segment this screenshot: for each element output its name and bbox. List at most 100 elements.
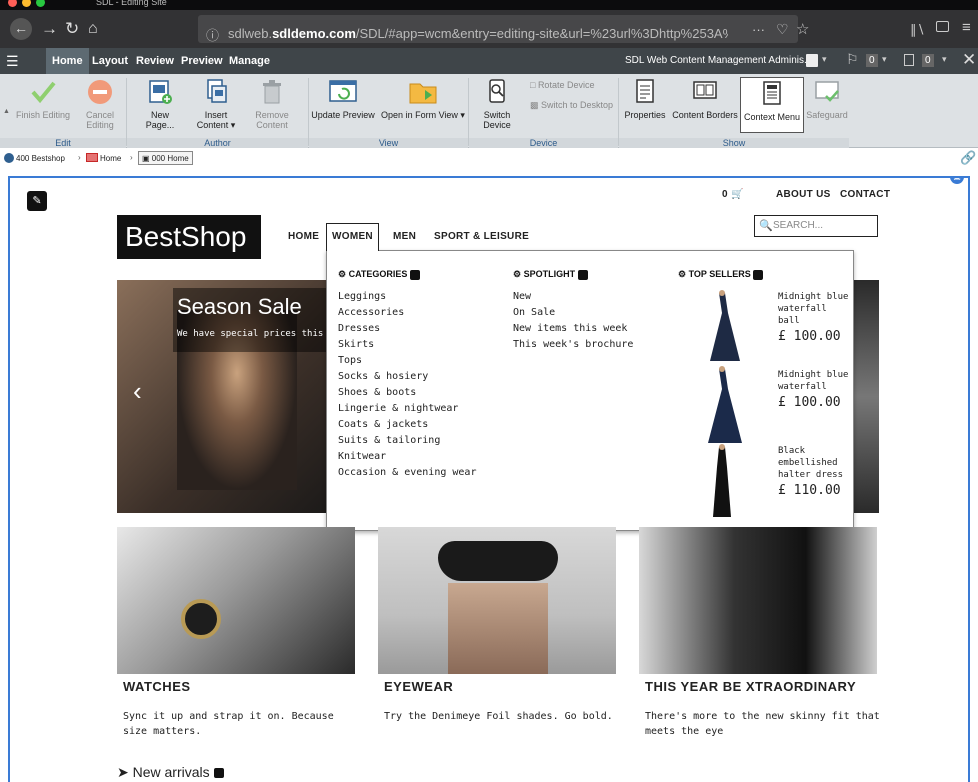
xtraordinary-title[interactable]: THIS YEAR BE XTRAORDINARY (645, 679, 856, 694)
back-icon[interactable]: ← (10, 18, 32, 40)
site-logo[interactable]: BestShop (117, 215, 261, 259)
reload-icon[interactable]: ↻ (65, 19, 79, 39)
finish-editing-button[interactable]: Finish Editing (12, 78, 74, 120)
category-link[interactable]: Dresses (338, 321, 476, 337)
rotate-device-label: Rotate Device (537, 80, 595, 90)
spotlight-list: New On Sale New items this week This week's… (513, 289, 633, 353)
forward-icon[interactable]: → (41, 19, 58, 39)
url-text[interactable]: sdlweb.sdldemo.com/SDL/#app=wcm&entry=ed… (228, 26, 728, 41)
edit-pencil-icon[interactable]: ✎ (27, 191, 47, 211)
page-actions-icon[interactable]: ··· (752, 22, 765, 37)
rotate-device-button[interactable]: □ Rotate Device (530, 80, 594, 90)
sidebar-icon[interactable] (936, 21, 949, 32)
device-icon (489, 79, 505, 103)
maximize-window-icon[interactable] (36, 0, 45, 7)
breadcrumb-item-home[interactable]: Home (100, 154, 121, 163)
category-link[interactable]: Tops (338, 353, 476, 369)
link-icon[interactable]: 🔗 (960, 150, 976, 166)
xtraordinary-image[interactable] (639, 527, 877, 674)
hamburger-menu-icon[interactable]: ≡ (962, 19, 971, 36)
breadcrumb-item-publication[interactable]: 400 Bestshop (16, 154, 65, 163)
edit-icon[interactable] (409, 269, 420, 280)
category-link[interactable]: Knitwear (338, 449, 476, 465)
cancel-editing-button[interactable]: Cancel Editing (80, 78, 120, 130)
open-form-view-button[interactable]: Open in Form View ▾ (380, 78, 466, 120)
edit-icon[interactable] (213, 768, 224, 779)
user-menu[interactable]: SDL Web Content Management Adminis... (619, 48, 818, 74)
library-icon[interactable]: ∥∖ (910, 22, 925, 38)
cart-link[interactable]: 0 🛒 (722, 189, 744, 200)
publish-count[interactable]: 0 (922, 54, 934, 67)
info-icon[interactable]: ⓘ (206, 25, 219, 44)
pocket-icon[interactable]: ♡ (776, 21, 789, 38)
region-marker-icon[interactable]: ▣ (950, 178, 964, 184)
nav-men[interactable]: MEN (393, 231, 416, 242)
contact-link[interactable]: CONTACT (840, 189, 890, 200)
new-page-button[interactable]: New Page... (140, 78, 180, 130)
tab-preview[interactable]: Preview (175, 48, 229, 74)
publish-queue-icon[interactable] (904, 54, 914, 66)
spotlight-link[interactable]: New (513, 289, 633, 305)
flag-icon[interactable]: ⚐ (846, 51, 859, 68)
top-seller-1[interactable]: Midnight blue waterfall ball £ 100.00 (778, 291, 850, 344)
collapse-ribbon-icon[interactable]: ▲ (3, 108, 10, 115)
new-arrivals-heading[interactable]: ➤ New arrivals (117, 764, 224, 781)
category-link[interactable]: Skirts (338, 337, 476, 353)
tab-layout[interactable]: Layout (86, 48, 134, 74)
spotlight-link[interactable]: New items this week (513, 321, 633, 337)
edit-icon[interactable] (577, 269, 588, 280)
category-link[interactable]: Suits & tailoring (338, 433, 476, 449)
category-link[interactable]: Socks & hosiery (338, 369, 476, 385)
carousel-prev-icon[interactable]: ‹ (133, 376, 142, 407)
browser-tab-title[interactable]: SDL - Editing Site (96, 0, 276, 9)
bookmark-star-icon[interactable]: ☆ (796, 20, 809, 38)
browser-nav-bar: ← → ↻ ⌂ ⓘ sdlweb.sdldemo.com/SDL/#app=wc… (0, 10, 978, 48)
switch-device-button[interactable]: Switch Device (470, 78, 524, 130)
eyewear-title[interactable]: EYEWEAR (384, 679, 453, 694)
update-preview-button[interactable]: Update Preview (310, 78, 376, 120)
category-link[interactable]: Occasion & evening wear (338, 465, 476, 481)
about-us-link[interactable]: ABOUT US (776, 189, 831, 200)
edit-icon[interactable] (753, 269, 764, 280)
tab-home[interactable]: Home (46, 48, 89, 74)
home-icon[interactable]: ⌂ (88, 19, 98, 39)
properties-button[interactable]: Properties (620, 78, 670, 120)
notifications-count[interactable]: 0 (866, 54, 878, 67)
app-menu-icon[interactable]: ☰ (0, 48, 30, 74)
dress-images (708, 290, 742, 517)
search-input[interactable]: 🔍 SEARCH... (754, 215, 878, 237)
breadcrumb: 400 Bestshop › Home › ▣ 000 Home 🔗 (0, 148, 978, 170)
chevron-down-icon[interactable]: ▾ (942, 54, 947, 65)
category-link[interactable]: Lingerie & nightwear (338, 401, 476, 417)
insert-content-button[interactable]: Insert Content ▾ (192, 78, 240, 130)
spotlight-link[interactable]: This week's brochure (513, 337, 633, 353)
chevron-down-icon[interactable]: ▾ (822, 54, 827, 65)
tab-manage[interactable]: Manage (223, 48, 276, 74)
spotlight-heading-label: SPOTLIGHT (523, 269, 576, 279)
breadcrumb-item-page[interactable]: ▣ 000 Home (138, 151, 193, 165)
category-link[interactable]: Leggings (338, 289, 476, 305)
close-window-icon[interactable] (8, 0, 17, 7)
remove-content-button[interactable]: Remove Content (250, 78, 294, 130)
spotlight-link[interactable]: On Sale (513, 305, 633, 321)
top-seller-2[interactable]: Midnight blue waterfall £ 100.00 (778, 369, 850, 410)
category-link[interactable]: Shoes & boots (338, 385, 476, 401)
watches-image[interactable] (117, 527, 355, 674)
close-icon[interactable]: ✕ (962, 50, 976, 70)
category-link[interactable]: Coats & jackets (338, 417, 476, 433)
safeguard-button[interactable]: Safeguard (806, 78, 848, 120)
top-seller-3[interactable]: Black embellished halter dress £ 110.00 (778, 445, 850, 498)
nav-women[interactable]: WOMEN (326, 223, 379, 251)
nav-sport-leisure[interactable]: SPORT & LEISURE (434, 231, 529, 242)
content-borders-button[interactable]: Content Borders (672, 78, 738, 120)
eyewear-image[interactable] (378, 527, 616, 674)
minimize-window-icon[interactable] (22, 0, 31, 7)
watches-title[interactable]: WATCHES (123, 679, 191, 694)
nav-home[interactable]: HOME (288, 231, 319, 242)
switch-desktop-button[interactable]: ▩ Switch to Desktop (530, 100, 613, 111)
tab-review[interactable]: Review (130, 48, 180, 74)
category-link[interactable]: Accessories (338, 305, 476, 321)
context-menu-button[interactable]: Context Menu (740, 77, 804, 133)
chevron-down-icon[interactable]: ▾ (882, 54, 887, 65)
user-avatar-icon[interactable] (806, 54, 818, 67)
